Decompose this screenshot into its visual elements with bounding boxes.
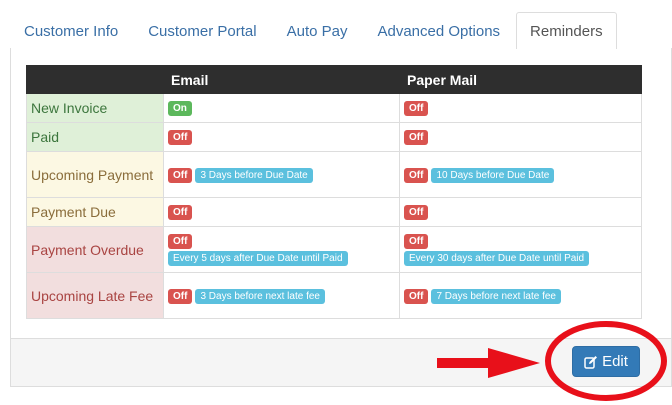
header-blank-cell <box>26 65 164 94</box>
table-header-row: Email Paper Mail <box>26 65 642 94</box>
email-badge-stack: Off Every 5 days after Due Date until Pa… <box>168 233 393 267</box>
header-email: Email <box>163 65 400 94</box>
paper-cell: Off 7 Days before next late fee <box>399 272 642 319</box>
paper-cell: Off Every 30 days after Due Date until P… <box>399 226 642 273</box>
paper-cell: Off <box>399 122 642 152</box>
paper-status-badge: Off <box>404 233 429 249</box>
email-status-badge: Off <box>168 205 193 221</box>
email-status-badge: Off <box>168 167 193 183</box>
paper-status-badge: Off <box>404 288 429 304</box>
reminders-table: Email Paper Mail New Invoice On Off Paid… <box>26 65 642 319</box>
header-paper-mail: Paper Mail <box>399 65 642 94</box>
paper-cell: Off <box>399 93 642 123</box>
email-cell: Off <box>163 197 400 227</box>
email-status-badge: On <box>168 101 192 117</box>
edit-button[interactable]: Edit <box>572 346 640 377</box>
paper-detail-badge: 10 Days before Due Date <box>431 167 555 183</box>
table-row: New Invoice On Off <box>26 93 642 123</box>
tab-advanced-options[interactable]: Advanced Options <box>363 13 514 49</box>
reminders-panel: Email Paper Mail New Invoice On Off Paid… <box>10 48 672 387</box>
edit-button-label: Edit <box>602 353 628 370</box>
row-label-payment-due: Payment Due <box>26 197 164 227</box>
paper-status-badge: Off <box>404 205 429 221</box>
email-detail-badge: 3 Days before Due Date <box>195 167 313 183</box>
tab-customer-info[interactable]: Customer Info <box>10 13 132 49</box>
table-row: Upcoming Payment Off 3 Days before Due Da… <box>26 151 642 198</box>
paper-badge-stack: Off Every 30 days after Due Date until P… <box>404 233 635 267</box>
email-detail-badge: Every 5 days after Due Date until Paid <box>168 250 348 266</box>
table-row: Upcoming Late Fee Off 3 Days before next … <box>26 272 642 319</box>
tab-bar: Customer Info Customer Portal Auto Pay A… <box>10 12 619 49</box>
paper-status-badge: Off <box>404 167 429 183</box>
paper-status-badge: Off <box>404 130 429 146</box>
tab-reminders[interactable]: Reminders <box>516 12 617 49</box>
tab-customer-portal[interactable]: Customer Portal <box>134 13 270 49</box>
email-status-badge: Off <box>168 288 193 304</box>
table-row: Payment Overdue Off Every 5 days after D… <box>26 226 642 273</box>
email-cell: Off 3 Days before Due Date <box>163 151 400 198</box>
email-detail-badge: 3 Days before next late fee <box>195 288 325 304</box>
paper-cell: Off <box>399 197 642 227</box>
paper-status-badge: Off <box>404 101 429 117</box>
edit-icon <box>584 355 598 369</box>
tab-auto-pay[interactable]: Auto Pay <box>273 13 362 49</box>
email-cell: On <box>163 93 400 123</box>
row-label-new-invoice: New Invoice <box>26 93 164 123</box>
row-label-paid: Paid <box>26 122 164 152</box>
email-cell: Off <box>163 122 400 152</box>
paper-detail-badge: 7 Days before next late fee <box>431 288 561 304</box>
email-cell: Off Every 5 days after Due Date until Pa… <box>163 226 400 273</box>
row-label-upcoming-payment: Upcoming Payment <box>26 151 164 198</box>
paper-detail-badge: Every 30 days after Due Date until Paid <box>404 250 590 266</box>
paper-cell: Off 10 Days before Due Date <box>399 151 642 198</box>
email-status-badge: Off <box>168 130 193 146</box>
email-cell: Off 3 Days before next late fee <box>163 272 400 319</box>
row-label-upcoming-late-fee: Upcoming Late Fee <box>26 272 164 319</box>
email-status-badge: Off <box>168 233 193 249</box>
table-row: Paid Off Off <box>26 122 642 152</box>
table-row: Payment Due Off Off <box>26 197 642 227</box>
row-label-payment-overdue: Payment Overdue <box>26 226 164 273</box>
